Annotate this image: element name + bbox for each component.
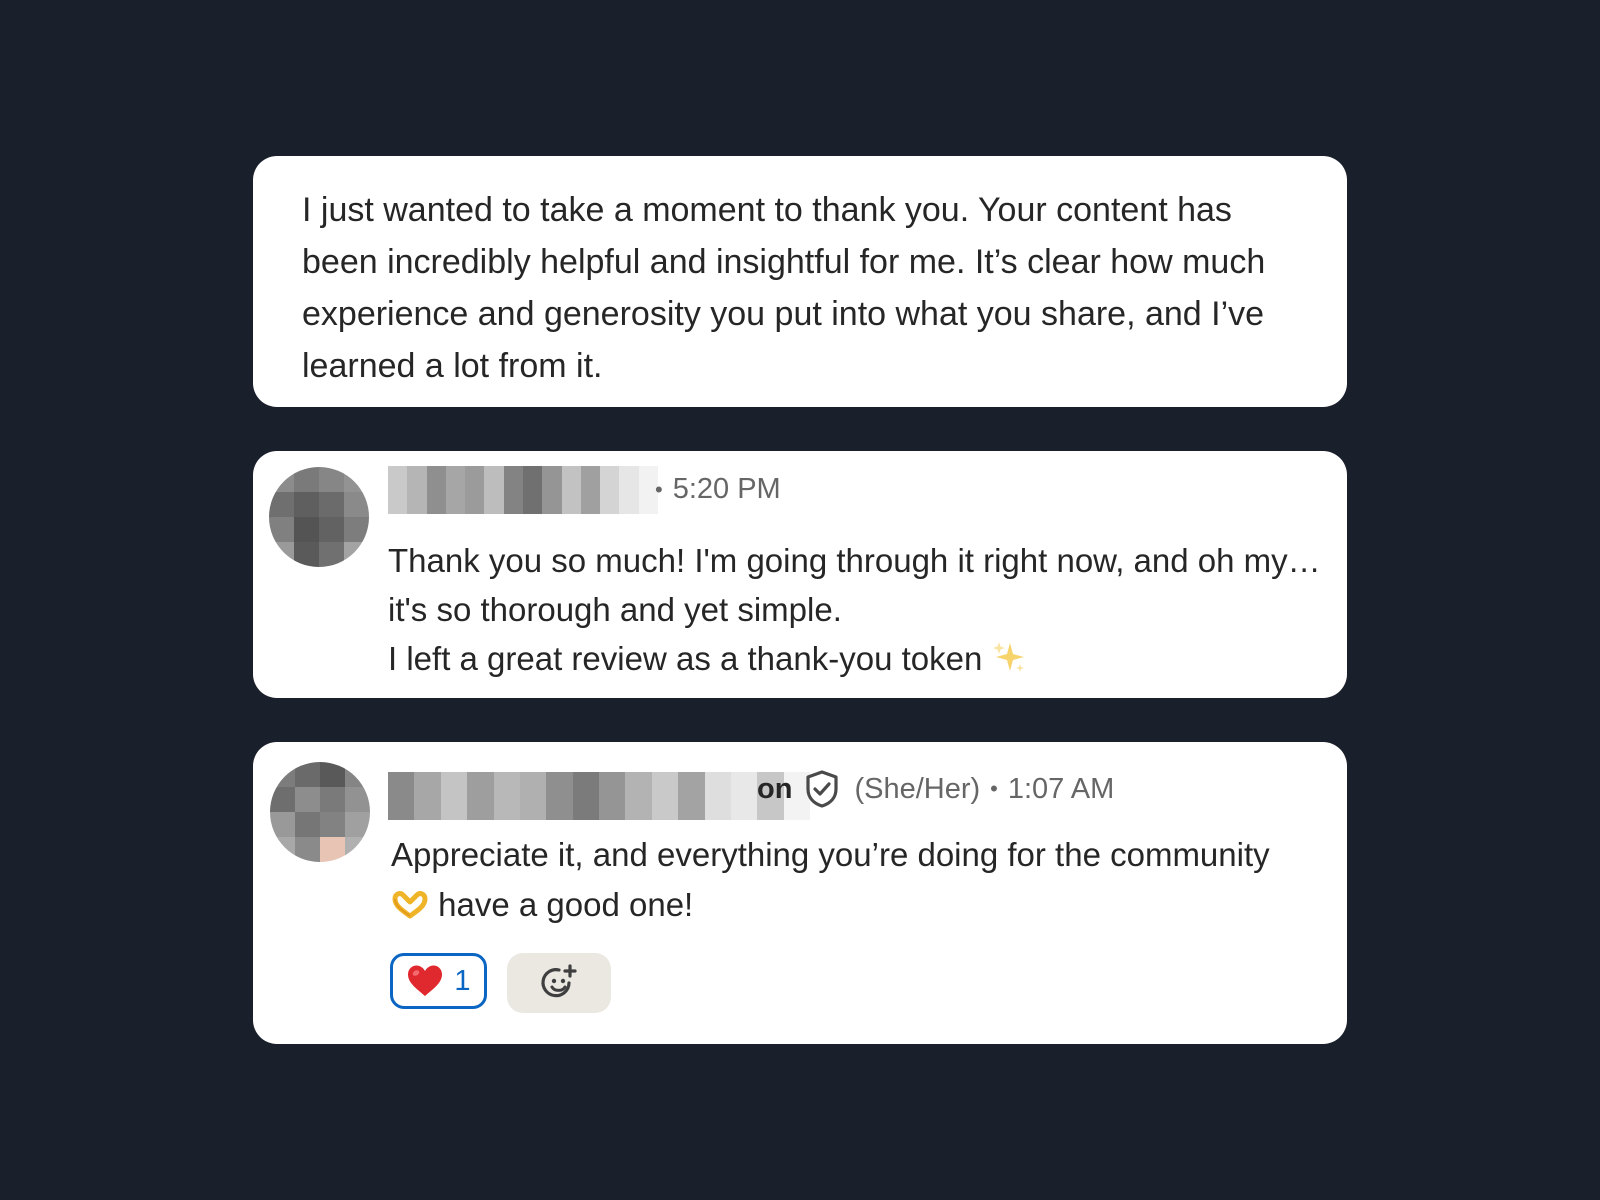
message-text: Thank you so much! I'm going through it … bbox=[388, 536, 1323, 683]
message-card-2: • 5:20 PM Thank you so much! I'm going t… bbox=[253, 451, 1347, 698]
add-reaction-smiley-icon bbox=[541, 964, 577, 998]
message-time: 5:20 PM bbox=[672, 473, 781, 505]
sender-name-redacted[interactable] bbox=[388, 772, 810, 820]
message-meta: on (She/Her) • 1:07 AM bbox=[757, 770, 1114, 808]
message-text: Appreciate it, and everything you’re doi… bbox=[391, 830, 1311, 930]
separator-dot: • bbox=[655, 476, 663, 502]
reactions-bar: 1 bbox=[390, 953, 611, 1013]
message-meta: • 5:20 PM bbox=[645, 473, 781, 506]
sender-name-redacted[interactable] bbox=[388, 466, 658, 514]
red-heart-icon bbox=[408, 965, 443, 996]
message-text: I just wanted to take a moment to thank … bbox=[302, 191, 1266, 385]
message-card-3: on (She/Her) • 1:07 AM Appreciate it, an… bbox=[253, 742, 1347, 1044]
message-text-part: have a good one! bbox=[429, 886, 694, 923]
add-reaction-button[interactable] bbox=[507, 953, 611, 1013]
verified-shield-icon bbox=[806, 770, 839, 808]
pronouns: (She/Her) bbox=[854, 772, 981, 805]
sparkles-icon bbox=[992, 642, 1024, 672]
heart-hands-icon bbox=[392, 891, 428, 919]
message-line-text: I left a great review as a thank-you tok… bbox=[388, 640, 983, 677]
message-time: 1:07 AM bbox=[1007, 772, 1115, 805]
message-line-with-emoji: I left a great review as a thank-you tok… bbox=[388, 634, 1323, 683]
message-line: Thank you so much! I'm going through it … bbox=[388, 542, 1321, 628]
reaction-heart-button[interactable]: 1 bbox=[390, 953, 487, 1009]
avatar[interactable] bbox=[270, 762, 370, 862]
reaction-count: 1 bbox=[454, 964, 471, 997]
message-card-1: I just wanted to take a moment to thank … bbox=[253, 156, 1347, 407]
separator-dot: • bbox=[990, 776, 998, 801]
message-text-part: Appreciate it, and everything you’re doi… bbox=[391, 836, 1270, 873]
avatar[interactable] bbox=[269, 467, 369, 567]
sender-name-visible-part[interactable]: on bbox=[757, 773, 792, 806]
